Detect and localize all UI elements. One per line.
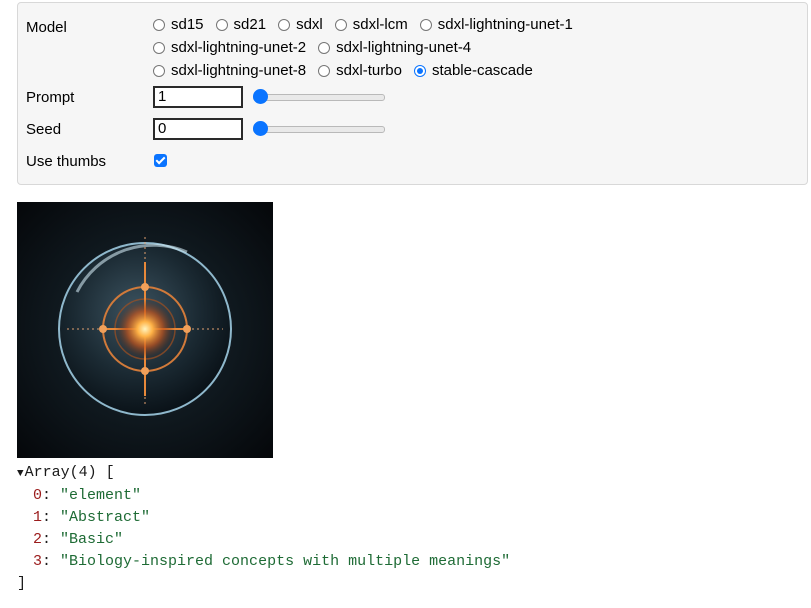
model-option-sd15[interactable]: sd15 bbox=[153, 16, 204, 33]
seed-slider[interactable] bbox=[253, 118, 385, 140]
radio-label: sdxl-lightning-unet-8 bbox=[171, 62, 307, 79]
seed-input[interactable]: 0 bbox=[153, 118, 243, 140]
array-header[interactable]: ▼Array(4) [ bbox=[17, 462, 510, 485]
radio-label: sdxl bbox=[296, 16, 323, 33]
page: Model sd15 sd21 sdxl sdxl-lcm sdxl-light… bbox=[0, 0, 811, 608]
radio-button[interactable] bbox=[278, 18, 291, 31]
controls-panel: Model sd15 sd21 sdxl sdxl-lcm sdxl-light… bbox=[17, 2, 808, 185]
seed-label: Seed bbox=[26, 121, 62, 138]
array-value: "Abstract" bbox=[60, 509, 151, 526]
radio-line: sdxl-lightning-unet-2 sdxl-lightning-une… bbox=[153, 36, 803, 59]
array-index: 1 bbox=[33, 509, 43, 526]
array-value: "Biology-inspired concepts with multiple… bbox=[60, 553, 511, 570]
array-index: 3 bbox=[33, 553, 43, 570]
array-index: 0 bbox=[33, 487, 43, 504]
glowing-orb-image bbox=[17, 202, 273, 458]
slider-track bbox=[253, 126, 385, 133]
radio-label: sdxl-lightning-unet-1 bbox=[437, 16, 573, 33]
radio-button[interactable] bbox=[334, 18, 347, 31]
array-index: 2 bbox=[33, 531, 43, 548]
radio-label: sd15 bbox=[171, 16, 204, 33]
model-option-sdxl-lcm[interactable]: sdxl-lcm bbox=[334, 16, 408, 33]
radio-line: sd15 sd21 sdxl sdxl-lcm sdxl-lightning-u… bbox=[153, 13, 803, 36]
array-value: "Basic" bbox=[60, 531, 124, 548]
array-value: "element" bbox=[60, 487, 142, 504]
radio-button[interactable] bbox=[419, 18, 432, 31]
array-item: 1: "Abstract" bbox=[33, 509, 151, 526]
radio-label: sdxl-lcm bbox=[352, 16, 408, 33]
model-option-sdxl-lightning-unet-4[interactable]: sdxl-lightning-unet-4 bbox=[318, 39, 471, 56]
use-thumbs-checkbox[interactable] bbox=[154, 154, 167, 167]
use-thumbs-label: Use thumbs bbox=[26, 153, 107, 170]
radio-button[interactable] bbox=[153, 41, 165, 54]
radio-button[interactable] bbox=[153, 64, 165, 77]
model-option-sdxl[interactable]: sdxl bbox=[278, 16, 323, 33]
model-option-sdxl-lightning-unet-8[interactable]: sdxl-lightning-unet-8 bbox=[153, 62, 306, 79]
generated-image bbox=[17, 202, 273, 458]
array-item: 0: "element" bbox=[33, 487, 142, 504]
slider-thumb[interactable] bbox=[253, 121, 268, 136]
model-option-sdxl-lightning-unet-1[interactable]: sdxl-lightning-unet-1 bbox=[419, 16, 573, 33]
model-radio-group: sd15 sd21 sdxl sdxl-lcm sdxl-lightning-u… bbox=[153, 13, 803, 82]
prompt-label: Prompt bbox=[26, 89, 75, 106]
prompt-input[interactable]: 1 bbox=[153, 86, 243, 108]
radio-button[interactable] bbox=[318, 64, 331, 77]
radio-label: sd21 bbox=[233, 16, 267, 33]
array-close: ] bbox=[17, 575, 27, 592]
slider-thumb[interactable] bbox=[253, 89, 268, 104]
model-option-stable-cascade[interactable]: stable-cascade bbox=[413, 62, 533, 79]
model-option-sd21[interactable]: sd21 bbox=[215, 16, 267, 33]
radio-label: sdxl-turbo bbox=[336, 62, 402, 79]
array-item: 2: "Basic" bbox=[33, 531, 124, 548]
model-label: Model bbox=[26, 19, 67, 36]
console-output: ▼Array(4) [ 0: "element" 1: "Abstract" 2… bbox=[17, 462, 510, 595]
model-option-sdxl-turbo[interactable]: sdxl-turbo bbox=[318, 62, 402, 79]
radio-button[interactable] bbox=[413, 64, 426, 77]
radio-button[interactable] bbox=[215, 18, 228, 31]
radio-label: stable-cascade bbox=[431, 62, 533, 79]
array-header-text: Array(4) [ bbox=[24, 464, 115, 481]
radio-line: sdxl-lightning-unet-8 sdxl-turbo stable-… bbox=[153, 59, 803, 82]
expand-triangle-icon[interactable]: ▼ bbox=[17, 468, 24, 480]
prompt-slider[interactable] bbox=[253, 86, 385, 108]
array-item: 3: "Biology-inspired concepts with multi… bbox=[33, 553, 511, 570]
radio-label: sdxl-lightning-unet-2 bbox=[171, 39, 307, 56]
radio-label: sdxl-lightning-unet-4 bbox=[336, 39, 472, 56]
radio-button[interactable] bbox=[153, 18, 165, 31]
radio-button[interactable] bbox=[318, 41, 331, 54]
slider-track bbox=[253, 94, 385, 101]
model-option-sdxl-lightning-unet-2[interactable]: sdxl-lightning-unet-2 bbox=[153, 39, 306, 56]
